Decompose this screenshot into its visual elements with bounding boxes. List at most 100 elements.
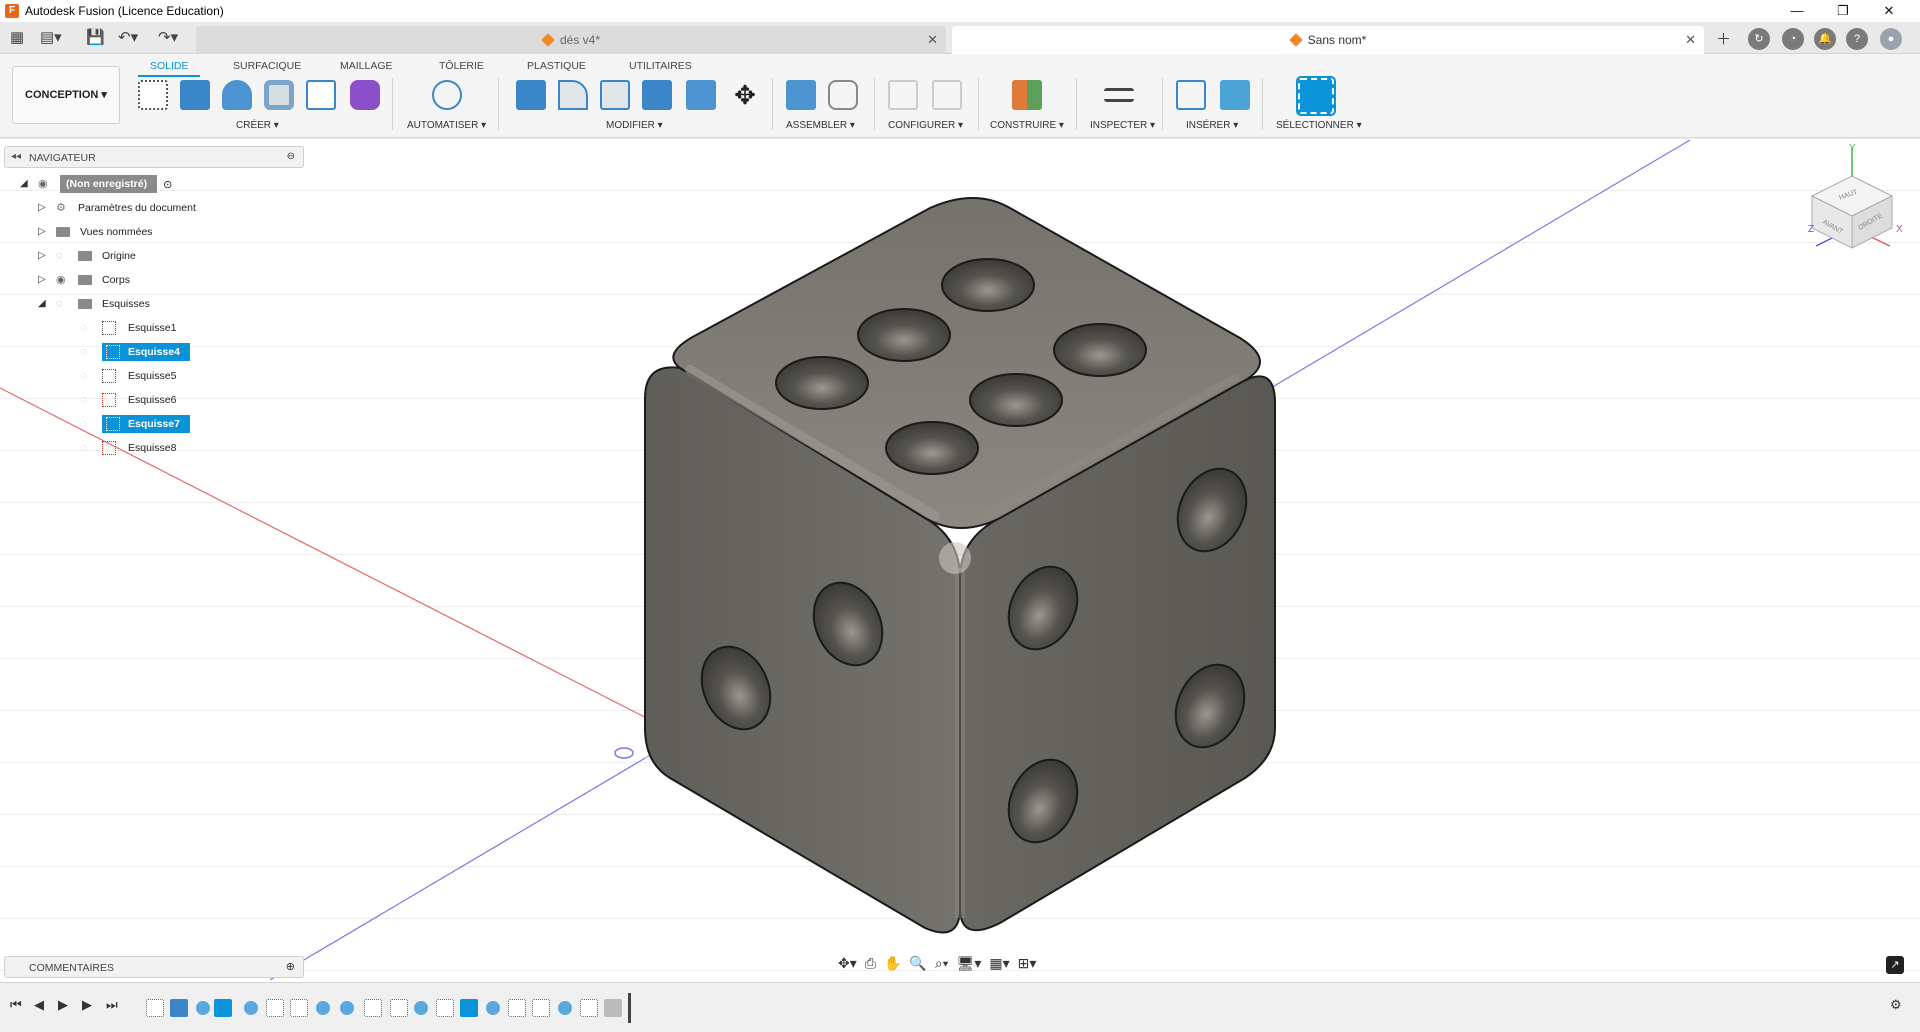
visibility-hidden-icon[interactable]: ◌ bbox=[80, 371, 94, 382]
sketch-item[interactable]: ◌ Esquisse6 bbox=[80, 391, 176, 409]
collapse-triangle-icon[interactable]: ◢ bbox=[38, 299, 48, 309]
comments-panel[interactable]: COMMENTAIRES ⊕ bbox=[4, 956, 304, 978]
tree-item-parametres[interactable]: ▷ ⚙ Paramètres du document bbox=[38, 199, 196, 217]
group-automatiser[interactable]: AUTOMATISER ▾ bbox=[407, 120, 486, 131]
undo-icon[interactable]: ↶▾ bbox=[118, 28, 138, 46]
group-configurer[interactable]: CONFIGURER ▾ bbox=[888, 120, 963, 131]
sketch-item[interactable]: ◌ Esquisse4 bbox=[80, 343, 190, 361]
notifications-icon[interactable]: 🔔 bbox=[1814, 28, 1836, 50]
visibility-hidden-icon[interactable]: ◌ bbox=[80, 347, 94, 358]
activate-radio-icon[interactable]: ⊙ bbox=[163, 178, 172, 191]
timeline-fillet-feature[interactable] bbox=[414, 1001, 428, 1015]
insert-derive-icon[interactable] bbox=[1176, 80, 1206, 110]
timeline-fillet-feature[interactable] bbox=[196, 1001, 210, 1015]
visibility-hidden-icon[interactable]: ◌ bbox=[80, 323, 94, 334]
create-sketch-icon[interactable] bbox=[138, 80, 168, 110]
pattern-icon[interactable] bbox=[306, 80, 336, 110]
look-at-icon[interactable]: ⎙ bbox=[865, 955, 876, 972]
job-status-icon[interactable]: ◔ bbox=[1782, 28, 1804, 50]
select-icon[interactable] bbox=[1296, 76, 1336, 116]
add-comment-icon[interactable]: ⊕ bbox=[286, 960, 295, 973]
tab-sans-nom[interactable]: Sans nom* ✕ bbox=[952, 26, 1704, 54]
timeline-extrude-feature[interactable] bbox=[170, 999, 188, 1017]
tree-item-corps[interactable]: ▷ ◉ Corps bbox=[38, 271, 130, 289]
shell-icon[interactable] bbox=[642, 80, 672, 110]
maximize-button[interactable]: ❐ bbox=[1820, 0, 1866, 22]
timeline-marker[interactable] bbox=[628, 993, 631, 1023]
avatar[interactable]: ● bbox=[1880, 28, 1902, 50]
sketch-item[interactable]: ◌ Esquisse8 bbox=[80, 439, 176, 457]
step-forward-icon[interactable]: ▶ bbox=[82, 997, 92, 1013]
timeline-sketch-feature-selected[interactable] bbox=[214, 999, 232, 1017]
play-icon[interactable]: ▶ bbox=[58, 997, 68, 1013]
close-window-button[interactable]: ✕ bbox=[1866, 0, 1912, 22]
timeline-sketch-feature[interactable] bbox=[290, 999, 308, 1017]
configure-icon[interactable] bbox=[888, 80, 918, 110]
app-grid-icon[interactable]: ▦ bbox=[10, 28, 24, 46]
tab-des-v4[interactable]: dés v4* ✕ bbox=[196, 26, 946, 54]
tree-item-esquisses[interactable]: ◢ ◌ Esquisses bbox=[38, 295, 150, 313]
pan-icon[interactable]: ✋ bbox=[884, 955, 901, 972]
group-construire[interactable]: CONSTRUIRE ▾ bbox=[990, 120, 1064, 131]
timeline-pattern-feature[interactable] bbox=[436, 999, 454, 1017]
group-assembler[interactable]: ASSEMBLER ▾ bbox=[786, 120, 855, 131]
tab-plastique[interactable]: PLASTIQUE bbox=[527, 60, 586, 72]
group-inspecter[interactable]: INSPECTER ▾ bbox=[1090, 120, 1155, 131]
save-icon[interactable]: 💾 bbox=[86, 28, 105, 46]
tree-item-origine[interactable]: ▷ ◌ Origine bbox=[38, 247, 136, 265]
help-icon[interactable]: ? bbox=[1846, 28, 1868, 50]
fit-icon[interactable]: ⌕▾ bbox=[935, 955, 949, 972]
revolve-icon[interactable] bbox=[222, 80, 252, 110]
display-settings-icon[interactable]: 🖥▾ bbox=[957, 955, 982, 972]
extrude-icon[interactable] bbox=[180, 80, 210, 110]
timeline-pattern-feature[interactable] bbox=[364, 999, 382, 1017]
viewport-canvas[interactable]: HAUT AVANT DROITE X Y Z bbox=[0, 138, 1920, 980]
timeline-sketch-feature[interactable] bbox=[580, 999, 598, 1017]
visibility-hidden-icon[interactable]: ◌ bbox=[80, 419, 94, 430]
close-tab-icon[interactable]: ✕ bbox=[1685, 32, 1696, 48]
root-component-label[interactable]: (Non enregistré) bbox=[60, 175, 158, 193]
file-menu-icon[interactable]: ▤▾ bbox=[40, 28, 62, 46]
construct-plane-icon[interactable] bbox=[1012, 80, 1042, 110]
hole-icon[interactable] bbox=[264, 80, 294, 110]
timeline-settings-icon[interactable]: ⚙ bbox=[1890, 997, 1902, 1013]
group-modifier[interactable]: MODIFIER ▾ bbox=[606, 120, 663, 131]
tree-root[interactable]: ◢ ◉ (Non enregistré) ⊙ bbox=[20, 175, 172, 193]
extensions-icon[interactable]: ↻ bbox=[1748, 28, 1770, 50]
collapse-panel-icon[interactable]: ◂◂ bbox=[11, 151, 21, 162]
tab-solide[interactable]: SOLIDE bbox=[150, 60, 189, 72]
group-inserer[interactable]: INSÉRER ▾ bbox=[1186, 120, 1238, 131]
timeline-fillet-feature[interactable] bbox=[486, 1001, 500, 1015]
visibility-hidden-icon[interactable]: ◌ bbox=[80, 443, 94, 454]
group-selectionner[interactable]: SÉLECTIONNER ▾ bbox=[1276, 120, 1362, 131]
workspace-switcher[interactable]: CONCEPTION ▾ bbox=[12, 66, 120, 124]
chamfer-icon[interactable] bbox=[600, 80, 630, 110]
redo-icon[interactable]: ↷▾ bbox=[158, 28, 178, 46]
measure-icon[interactable] bbox=[1104, 88, 1134, 102]
navigator-panel[interactable]: ◂◂ NAVIGATEUR ⊖ bbox=[4, 146, 304, 168]
minimize-button[interactable]: — bbox=[1774, 0, 1820, 22]
panel-pin-icon[interactable]: ⊖ bbox=[287, 151, 295, 162]
move-icon[interactable]: ✥ bbox=[730, 80, 760, 110]
viewports-icon[interactable]: ⊞▾ bbox=[1018, 955, 1037, 972]
close-tab-icon[interactable]: ✕ bbox=[927, 32, 938, 48]
orbit-icon[interactable]: ✥▾ bbox=[838, 955, 857, 972]
sketch-item[interactable]: ◌ Esquisse5 bbox=[80, 367, 176, 385]
joint-icon[interactable] bbox=[828, 80, 858, 110]
step-back-icon[interactable]: ◀ bbox=[34, 997, 44, 1013]
timeline-sketch-feature[interactable] bbox=[508, 999, 526, 1017]
timeline-fillet-feature[interactable] bbox=[244, 1001, 258, 1015]
insert-canvas-icon[interactable] bbox=[1220, 80, 1250, 110]
tab-surfacique[interactable]: SURFACIQUE bbox=[233, 60, 301, 72]
group-creer[interactable]: CRÉER ▾ bbox=[236, 120, 279, 131]
fillet-icon[interactable] bbox=[558, 80, 588, 110]
timeline-sketch-feature[interactable] bbox=[266, 999, 284, 1017]
timeline-fillet-feature[interactable] bbox=[316, 1001, 330, 1015]
timeline-pattern-feature[interactable] bbox=[532, 999, 550, 1017]
go-to-start-icon[interactable]: ⏮ bbox=[10, 997, 22, 1013]
tree-item-vues[interactable]: ▷ Vues nommées bbox=[38, 223, 153, 241]
timeline-fillet-feature[interactable] bbox=[340, 1001, 354, 1015]
collapse-triangle-icon[interactable]: ◢ bbox=[20, 179, 30, 189]
form-icon[interactable] bbox=[350, 80, 380, 110]
visibility-eye-icon[interactable]: ◉ bbox=[38, 179, 52, 190]
